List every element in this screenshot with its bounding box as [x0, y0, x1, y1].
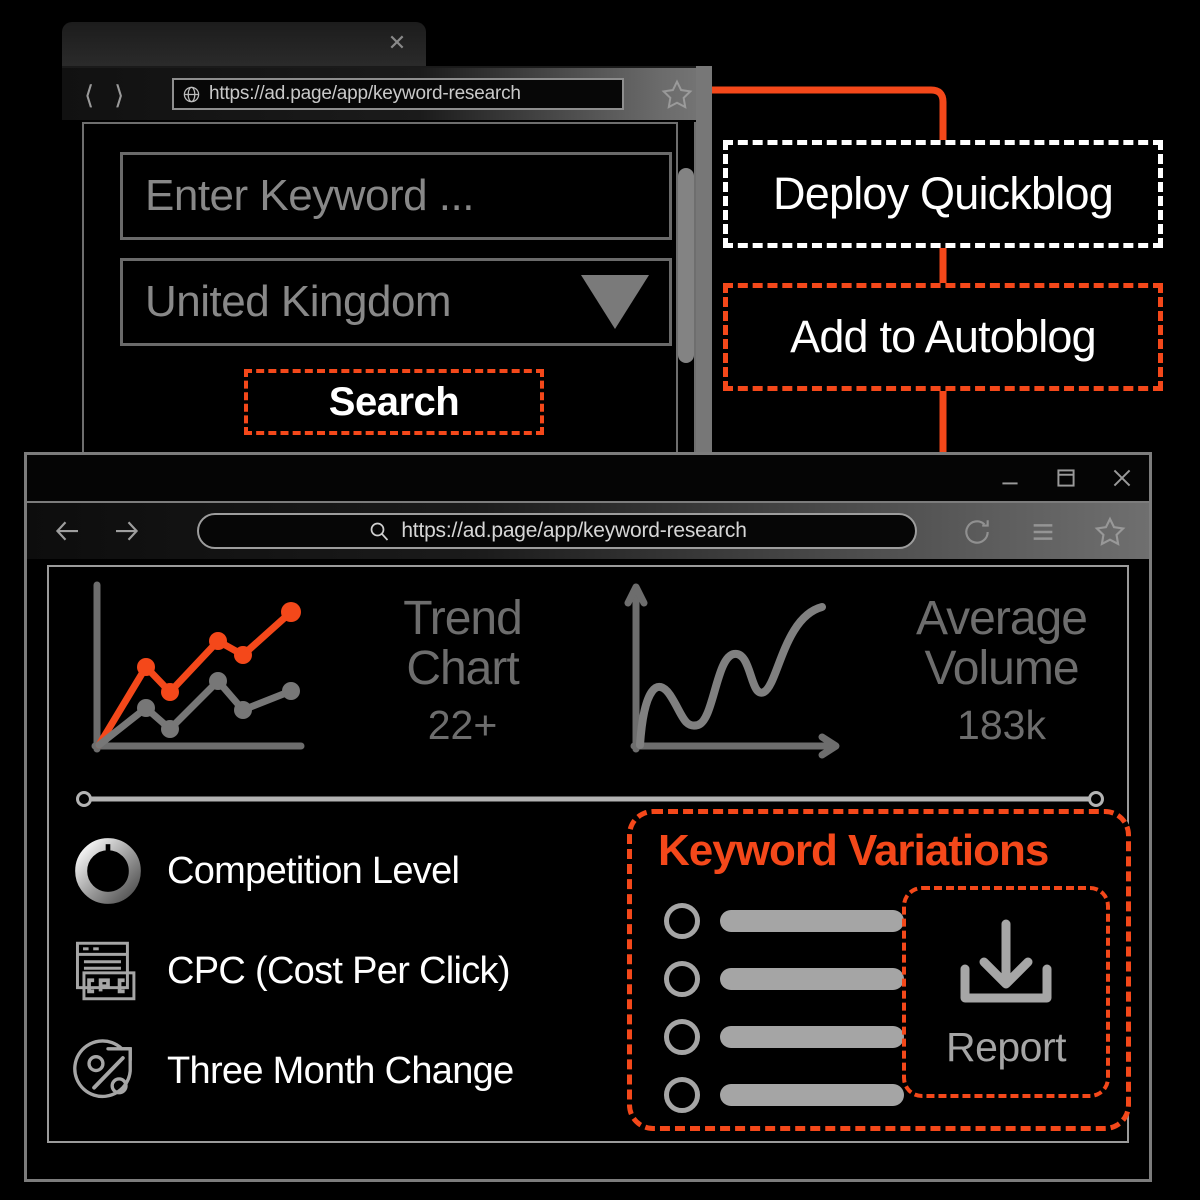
- slider-handle-left[interactable]: [76, 791, 92, 807]
- keyword-placeholder-bar: [720, 1084, 904, 1106]
- radio-circle-icon[interactable]: [664, 1019, 700, 1055]
- search-button[interactable]: Search: [244, 369, 544, 435]
- chevron-right-icon[interactable]: ⟩: [114, 82, 124, 108]
- arrow-left-icon[interactable]: [53, 516, 83, 546]
- keyword-placeholder-bar: [720, 1026, 904, 1048]
- reload-icon[interactable]: [961, 516, 993, 548]
- arrow-right-icon[interactable]: [111, 516, 141, 546]
- canvas: ✕ ⟨ ⟩ https://ad.page/app/keyword-resear…: [0, 0, 1200, 1200]
- metric-competition-level[interactable]: Competition Level: [71, 821, 594, 921]
- average-volume-title-line1: Average: [916, 591, 1088, 645]
- browser-tab[interactable]: ✕: [62, 22, 426, 68]
- average-volume-title-line2: Volume: [924, 641, 1079, 695]
- close-icon[interactable]: [1109, 465, 1135, 491]
- globe-icon: [183, 86, 200, 102]
- wave-chart-icon: [624, 583, 840, 759]
- line-chart-icon: [91, 581, 305, 753]
- search-input[interactable]: Enter Keyword ...: [120, 152, 672, 240]
- trend-chart-text: Trend Chart 22+: [337, 591, 588, 756]
- list-item[interactable]: [664, 892, 904, 950]
- address-bar-url: https://ad.page/app/keyword-research: [209, 83, 521, 104]
- average-volume-value: 183k: [957, 701, 1046, 748]
- average-volume-text: Average Volume 183k: [876, 591, 1127, 756]
- cpc-window-icon: [75, 941, 136, 1001]
- window-right-edge: [696, 66, 712, 460]
- list-item[interactable]: [664, 1066, 904, 1124]
- chevron-left-icon[interactable]: ⟨: [84, 82, 94, 108]
- deploy-quickblog-button[interactable]: Deploy Quickblog: [723, 140, 1163, 248]
- nav-buttons: ⟨ ⟩: [84, 82, 124, 108]
- minimize-icon[interactable]: [997, 465, 1023, 491]
- chevron-down-icon[interactable]: [581, 275, 649, 329]
- metric-cpc[interactable]: CPC (Cost Per Click): [71, 921, 594, 1021]
- list-item[interactable]: [664, 1008, 904, 1066]
- address-bar[interactable]: https://ad.page/app/keyword-research: [197, 513, 917, 549]
- star-icon[interactable]: [660, 78, 694, 112]
- deploy-quickblog-label: Deploy Quickblog: [773, 168, 1114, 219]
- browser-toolbar: ⟨ ⟩ https://ad.page/app/keyword-research: [62, 68, 712, 120]
- metric-three-month-change-label: Three Month Change: [167, 1049, 514, 1092]
- stat-trend-chart: Trend Chart 22+: [49, 567, 588, 782]
- toolbar-icons: [961, 515, 1127, 549]
- metric-list: Competition Level CPC (Cost Per Click) T…: [49, 815, 594, 1141]
- keyword-variations-title: Keyword Variations: [658, 826, 1049, 875]
- metric-cpc-label: CPC (Cost Per Click): [167, 949, 511, 992]
- nav-buttons: [53, 516, 141, 546]
- search-input-placeholder: Enter Keyword ...: [145, 171, 474, 220]
- search-icon: [370, 522, 389, 541]
- hamburger-menu-icon[interactable]: [1027, 516, 1059, 548]
- slider-handle-right[interactable]: [1088, 791, 1104, 807]
- keyword-variations-panel: Keyword Variations Report: [627, 809, 1131, 1131]
- background-browser-window: ✕ ⟨ ⟩ https://ad.page/app/keyword-resear…: [62, 22, 712, 460]
- app-content-area: Trend Chart 22+ Average Volume 183k Comp…: [47, 565, 1131, 1143]
- maximize-icon[interactable]: [1053, 465, 1079, 491]
- trend-chart-title-line2: Chart: [406, 641, 519, 695]
- metrics-and-variations: Competition Level CPC (Cost Per Click) T…: [49, 809, 1131, 1141]
- window-controls: [997, 455, 1135, 501]
- star-icon[interactable]: [1093, 515, 1127, 549]
- close-icon[interactable]: ✕: [386, 32, 408, 54]
- browser-toolbar: https://ad.page/app/keyword-research: [27, 503, 1149, 559]
- report-label: Report: [945, 1023, 1067, 1070]
- download-icon: [960, 919, 1052, 1002]
- radio-circle-icon[interactable]: [664, 1077, 700, 1113]
- stat-average-volume: Average Volume 183k: [588, 567, 1127, 782]
- keyword-placeholder-bar: [720, 910, 904, 932]
- keyword-placeholder-bar: [720, 968, 904, 990]
- country-select-value: United Kingdom: [145, 277, 452, 326]
- percent-change-icon: [73, 1039, 132, 1099]
- connector-to-deploy: [712, 86, 947, 140]
- trend-chart-title-line1: Trend: [403, 591, 523, 645]
- metric-three-month-change[interactable]: Three Month Change: [71, 1021, 594, 1121]
- vertical-scrollbar[interactable]: [676, 122, 696, 460]
- main-browser-window: https://ad.page/app/keyword-research Tre…: [24, 452, 1152, 1182]
- stats-row: Trend Chart 22+ Average Volume 183k: [49, 567, 1127, 782]
- scrollbar-thumb[interactable]: [678, 168, 694, 363]
- radio-circle-icon[interactable]: [664, 903, 700, 939]
- list-item[interactable]: [664, 950, 904, 1008]
- metric-competition-level-label: Competition Level: [167, 849, 460, 892]
- trend-chart-value: 22+: [427, 701, 498, 748]
- country-select[interactable]: United Kingdom: [120, 258, 672, 346]
- add-to-autoblog-button[interactable]: Add to Autoblog: [723, 283, 1163, 391]
- address-bar-url: https://ad.page/app/keyword-research: [401, 519, 747, 542]
- search-button-label: Search: [328, 379, 460, 424]
- radio-circle-icon[interactable]: [664, 961, 700, 997]
- add-to-autoblog-label: Add to Autoblog: [790, 311, 1097, 362]
- address-bar[interactable]: https://ad.page/app/keyword-research: [172, 78, 624, 110]
- keyword-variations-list: [664, 892, 904, 1124]
- range-slider[interactable]: [75, 790, 1105, 808]
- page-content-area: Enter Keyword ... United Kingdom Search: [82, 122, 694, 460]
- download-report-button[interactable]: Report: [902, 886, 1110, 1098]
- donut-chart-icon: [75, 838, 141, 904]
- title-bar: [27, 455, 1149, 503]
